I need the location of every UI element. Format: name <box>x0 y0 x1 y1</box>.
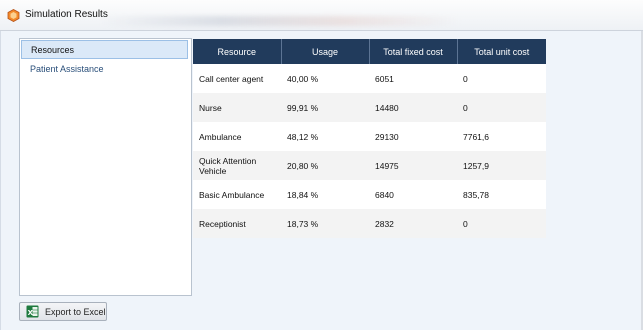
sidebar-item-resources[interactable]: Resources <box>21 40 188 59</box>
cell-resource: Basic Ambulance <box>193 180 281 209</box>
cell-unit-cost: 7761,6 <box>457 122 546 151</box>
cell-usage: 48,12 % <box>281 122 369 151</box>
table-row[interactable]: Quick Attention Vehicle 20,80 % 14975 12… <box>193 151 546 180</box>
cell-resource: Quick Attention Vehicle <box>193 151 281 180</box>
cell-fixed-cost: 2832 <box>369 209 457 238</box>
column-header-resource[interactable]: Resource <box>193 39 281 64</box>
title-bar: Simulation Results <box>0 0 643 31</box>
column-header-total-unit-cost[interactable]: Total unit cost <box>456 39 546 64</box>
cell-unit-cost: 0 <box>457 64 546 93</box>
table-row[interactable]: Nurse 99,91 % 14480 0 <box>193 93 546 122</box>
table-header-row: Resource Usage Total fixed cost Total un… <box>193 39 546 64</box>
cell-resource: Nurse <box>193 93 281 122</box>
results-category-list: Resources Patient Assistance <box>19 38 192 296</box>
column-header-usage[interactable]: Usage <box>280 39 369 64</box>
excel-icon: X <box>26 305 39 318</box>
cell-unit-cost: 0 <box>457 209 546 238</box>
cell-usage: 40,00 % <box>281 64 369 93</box>
cell-resource: Receptionist <box>193 209 281 238</box>
sidebar-item-patient-assistance[interactable]: Patient Assistance <box>21 60 188 79</box>
cell-usage: 18,73 % <box>281 209 369 238</box>
sidebar-item-label: Resources <box>31 45 75 55</box>
column-header-total-fixed-cost[interactable]: Total fixed cost <box>368 39 457 64</box>
cell-resource: Ambulance <box>193 122 281 151</box>
table-row[interactable]: Call center agent 40,00 % 6051 0 <box>193 64 546 93</box>
table-row[interactable]: Basic Ambulance 18,84 % 6840 835,78 <box>193 180 546 209</box>
title-bar-blur <box>100 16 460 26</box>
table-row[interactable]: Ambulance 48,12 % 29130 7761,6 <box>193 122 546 151</box>
cell-fixed-cost: 14480 <box>369 93 457 122</box>
cell-usage: 18,84 % <box>281 180 369 209</box>
export-to-excel-button[interactable]: X Export to Excel <box>19 302 107 321</box>
svg-text:X: X <box>28 309 34 317</box>
cell-resource: Call center agent <box>193 64 281 93</box>
cell-fixed-cost: 14975 <box>369 151 457 180</box>
cell-fixed-cost: 29130 <box>369 122 457 151</box>
cell-usage: 20,80 % <box>281 151 369 180</box>
table-row[interactable]: Receptionist 18,73 % 2832 0 <box>193 209 546 238</box>
app-hexagon-icon <box>7 9 20 22</box>
cell-fixed-cost: 6840 <box>369 180 457 209</box>
cell-unit-cost: 835,78 <box>457 180 546 209</box>
resources-table: Resource Usage Total fixed cost Total un… <box>193 39 546 238</box>
export-button-label: Export to Excel <box>45 307 106 317</box>
cell-unit-cost: 0 <box>457 93 546 122</box>
cell-usage: 99,91 % <box>281 93 369 122</box>
window-title: Simulation Results <box>25 9 108 20</box>
sidebar-item-label: Patient Assistance <box>30 64 104 74</box>
cell-fixed-cost: 6051 <box>369 64 457 93</box>
cell-unit-cost: 1257,9 <box>457 151 546 180</box>
